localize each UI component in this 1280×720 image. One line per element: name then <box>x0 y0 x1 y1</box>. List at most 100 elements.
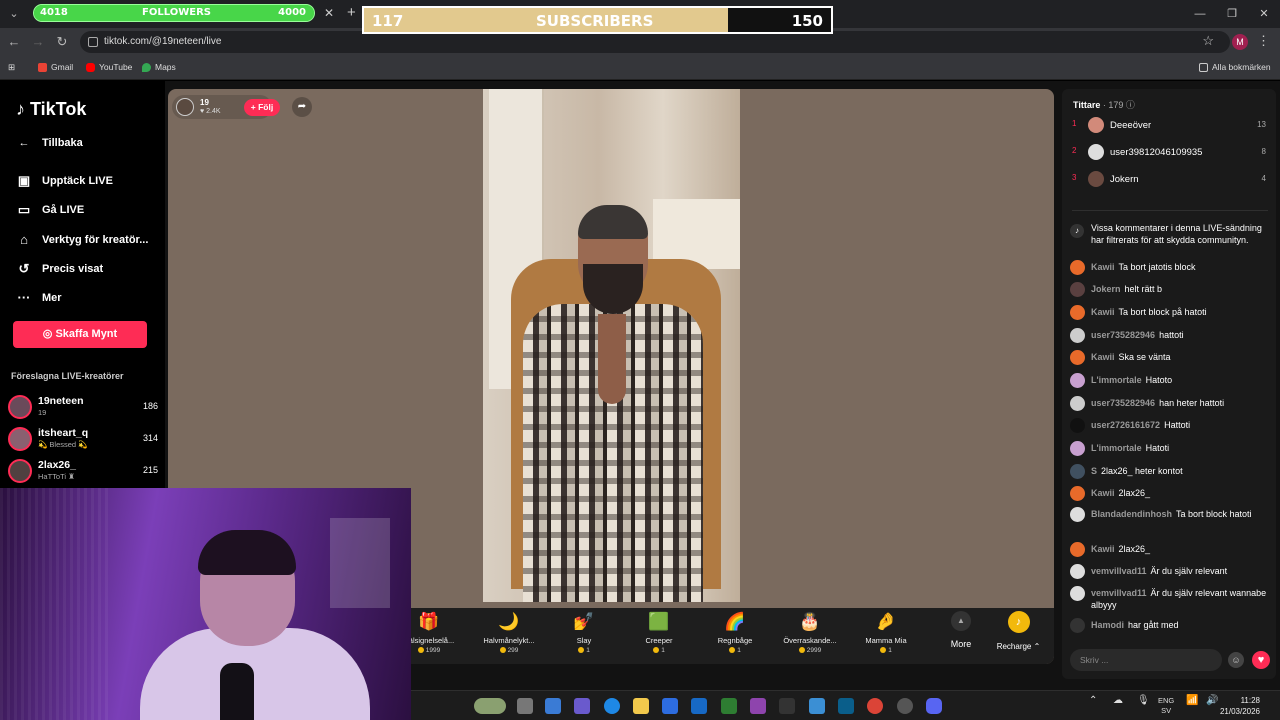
teams-icon[interactable] <box>574 698 590 714</box>
follow-button[interactable]: + Följ <box>244 99 280 116</box>
m365-icon[interactable] <box>750 698 766 714</box>
back-arrow-icon[interactable]: ← <box>6 34 22 50</box>
window-close-icon[interactable]: ✕ <box>1248 0 1280 28</box>
edge-icon[interactable] <box>604 698 620 714</box>
chat-username[interactable]: L'immortale <box>1091 375 1142 385</box>
avatar[interactable] <box>1070 305 1085 320</box>
task-view-icon[interactable] <box>517 698 533 714</box>
avatar[interactable] <box>1070 486 1085 501</box>
avatar[interactable] <box>1070 328 1085 343</box>
cloud-icon[interactable]: ☁ <box>1113 696 1123 706</box>
tray-overflow-icon[interactable]: ⌃ <box>1089 696 1097 706</box>
suggested-creator[interactable]: 19neteen 19 186 <box>8 393 158 421</box>
suggested-creator[interactable]: itsheart_q 💫 Blessed 💫 314 <box>8 425 158 453</box>
url-field[interactable]: tiktok.com/@19neteen/live <box>80 31 1230 53</box>
suggested-creator[interactable]: 2lax26_ HaTToTi ♜ 215 <box>8 457 158 485</box>
avatar[interactable] <box>1070 564 1085 579</box>
chat-username[interactable]: Hamodi <box>1091 620 1124 630</box>
bookmark-youtube[interactable]: YouTube <box>86 62 132 72</box>
chat-username[interactable]: vemvillvad11 <box>1091 588 1147 598</box>
avatar[interactable] <box>1070 418 1085 433</box>
avatar[interactable] <box>1070 586 1085 601</box>
obs-icon[interactable] <box>897 698 913 714</box>
copilot-icon[interactable] <box>545 698 561 714</box>
gift-item[interactable]: 💅 Slay 1 <box>549 611 619 654</box>
wifi-icon[interactable]: 📶 <box>1186 696 1198 706</box>
top-viewer[interactable]: 3 Jokern 4 <box>1070 169 1266 189</box>
avatar[interactable] <box>1070 260 1085 275</box>
live-video[interactable] <box>483 89 740 602</box>
chat-input[interactable]: Skriv ... <box>1070 649 1222 671</box>
chat-username[interactable]: user735282946 <box>1091 330 1155 340</box>
get-coins-button[interactable]: ◎ Skaffa Mynt <box>13 321 147 348</box>
volume-icon[interactable]: 🔊 <box>1206 696 1218 706</box>
chat-username[interactable]: Jokern <box>1091 284 1121 294</box>
back-link[interactable]: ← Tillbaka <box>16 137 161 149</box>
new-tab-icon[interactable]: + <box>347 4 356 21</box>
recharge-button[interactable]: ♪ Recharge ⌃ <box>991 611 1046 651</box>
minimize-icon[interactable]: — <box>1184 0 1216 28</box>
chat-username[interactable]: S <box>1091 466 1097 476</box>
nav-go-live[interactable]: ▭ Gå LIVE <box>16 202 161 218</box>
gift-item[interactable]: 🌈 Regnbåge 1 <box>700 611 770 654</box>
top-viewer[interactable]: 1 Deeeöver 13 <box>1070 115 1266 135</box>
restore-icon[interactable]: ❐ <box>1216 0 1248 28</box>
chat-username[interactable]: Kawii <box>1091 544 1115 554</box>
profile-avatar[interactable]: M <box>1232 34 1248 50</box>
nav-discover-live[interactable]: ▣ Upptäck LIVE <box>16 173 161 189</box>
microphone-icon[interactable]: 🎙 <box>1137 696 1150 706</box>
avatar[interactable] <box>1070 396 1085 411</box>
nav-creator-tools[interactable]: ⌂ Verktyg för kreatör... <box>16 232 161 247</box>
avatar[interactable] <box>1070 373 1085 388</box>
heart-like-icon[interactable]: ♥ <box>1252 651 1270 669</box>
gift-item[interactable]: 🎂 Överraskande... 2999 <box>775 611 845 654</box>
site-info-icon[interactable] <box>88 37 98 47</box>
chat-username[interactable]: Kawii <box>1091 352 1115 362</box>
avatar[interactable] <box>1070 507 1085 522</box>
photos-icon[interactable] <box>809 698 825 714</box>
clock[interactable]: 11:28 21/03/2026 <box>1220 695 1260 717</box>
remote-icon[interactable] <box>838 698 854 714</box>
nav-recently-viewed[interactable]: ↺ Precis visat <box>16 261 161 277</box>
chat-username[interactable]: Kawii <box>1091 262 1115 272</box>
gift-item[interactable]: 🌙 Halvmånelykt... 299 <box>474 611 544 654</box>
chat-username[interactable]: vemvillvad11 <box>1091 566 1147 576</box>
reload-icon[interactable]: ↻ <box>54 34 70 50</box>
avatar[interactable] <box>1070 464 1085 479</box>
avatar[interactable] <box>1070 441 1085 456</box>
language-indicator[interactable]: ENG SV <box>1158 696 1174 716</box>
bookmark-gmail[interactable]: Gmail <box>38 62 73 72</box>
all-bookmarks[interactable]: Alla bokmärken <box>1199 62 1271 72</box>
chat-username[interactable]: Kawii <box>1091 307 1115 317</box>
vpn-icon[interactable] <box>721 698 737 714</box>
tab-close-icon[interactable]: ✕ <box>324 6 334 20</box>
forward-arrow-icon[interactable]: → <box>30 34 46 50</box>
gift-item[interactable]: 🟩 Creeper 1 <box>624 611 694 654</box>
emoji-icon[interactable]: ☺ <box>1228 652 1244 668</box>
outlook-icon[interactable] <box>691 698 707 714</box>
widgets-icon[interactable] <box>474 698 506 714</box>
avatar[interactable] <box>1070 282 1085 297</box>
share-icon[interactable]: ➦ <box>292 97 312 117</box>
bookmark-maps[interactable]: Maps <box>142 62 176 72</box>
more-gifts-button[interactable]: ▲ More <box>941 611 981 649</box>
viewers-header[interactable]: Tittare · 179 ⓘ <box>1073 98 1135 111</box>
chat-username[interactable]: L'immortale <box>1091 443 1142 453</box>
browser-menu-icon[interactable]: ⋮ <box>1257 33 1270 49</box>
nav-more[interactable]: ··· Mer <box>16 290 161 305</box>
dev-tool-icon[interactable] <box>779 698 795 714</box>
avatar[interactable] <box>1070 618 1085 633</box>
avatar[interactable] <box>1070 350 1085 365</box>
avatar[interactable] <box>1070 542 1085 557</box>
file-explorer-icon[interactable] <box>633 698 649 714</box>
top-viewer[interactable]: 2 user39812046109935 8 <box>1070 142 1266 162</box>
chat-username[interactable]: user735282946 <box>1091 398 1155 408</box>
chat-username[interactable]: Blandadendinhosh <box>1091 509 1172 519</box>
gift-item[interactable]: 🤌 Mamma Mia 1 <box>851 611 921 654</box>
discord-icon[interactable] <box>926 698 942 714</box>
apps-grid-icon[interactable]: ⊞ <box>8 62 15 73</box>
store-icon[interactable] <box>662 698 678 714</box>
chat-username[interactable]: Kawii <box>1091 488 1115 498</box>
tiktok-logo[interactable]: ♪ TikTok <box>16 99 86 120</box>
bookmark-star-icon[interactable]: ☆ <box>1202 33 1214 49</box>
